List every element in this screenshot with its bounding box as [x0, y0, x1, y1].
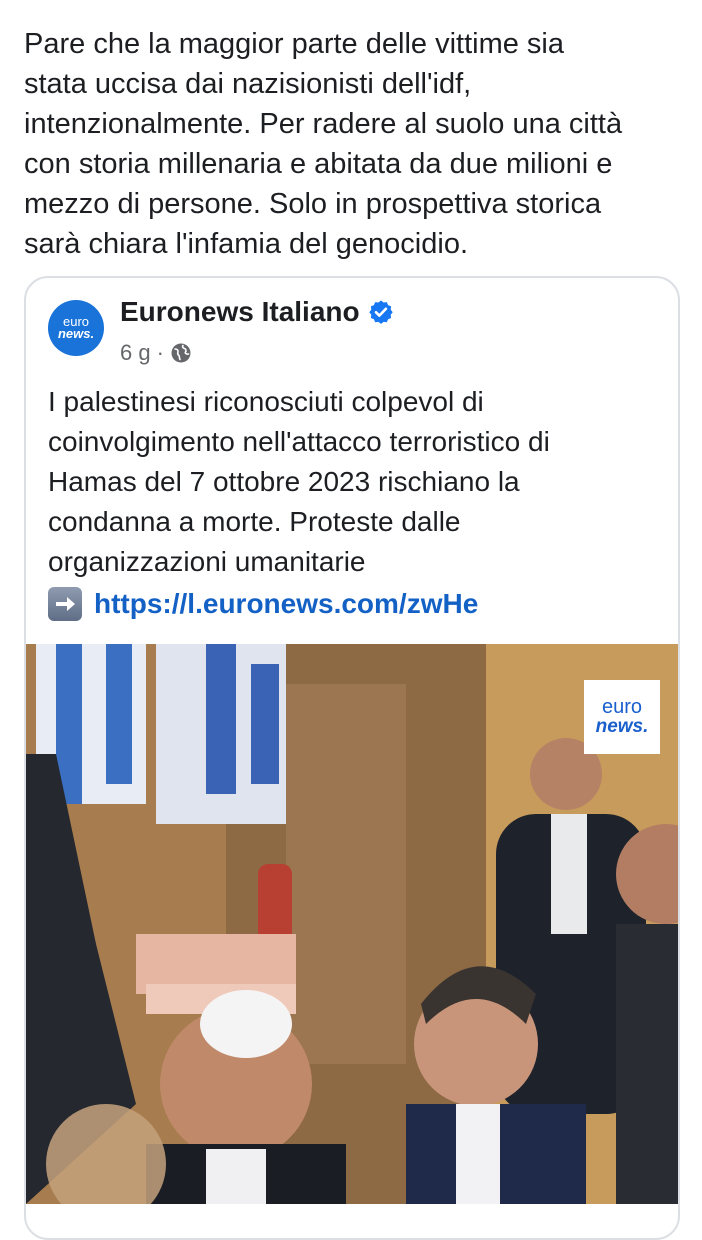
page-avatar[interactable]: euro news.	[48, 300, 104, 356]
page-name[interactable]: Euronews Italiano	[120, 296, 360, 328]
post-time[interactable]: 6 g	[120, 340, 151, 366]
shared-post-text: I palestinesi riconosciuti colpevol di c…	[48, 386, 550, 577]
verified-badge-icon	[368, 299, 394, 325]
article-photo[interactable]: euro news.	[26, 644, 678, 1204]
watermark-line-2: news.	[595, 716, 649, 737]
euronews-watermark: euro news.	[584, 680, 660, 754]
right-arrow-emoji-icon	[48, 587, 82, 621]
link-row: https://l.euronews.com/zwHe	[48, 584, 478, 624]
meta-separator: ·	[156, 340, 164, 365]
photo-scene	[26, 644, 678, 1204]
shared-post-card[interactable]: euro news. Euronews Italiano 6 g · I pal…	[24, 276, 680, 1240]
post-text: Pare che la maggior parte delle vittime …	[24, 28, 623, 260]
watermark-line-1: euro	[601, 696, 643, 718]
avatar-line-2: news.	[57, 326, 95, 341]
globe-icon	[170, 342, 192, 364]
article-link[interactable]: https://l.euronews.com/zwHe	[94, 584, 478, 624]
post-meta: 6 g ·	[120, 340, 192, 366]
page-name-row: Euronews Italiano	[120, 296, 394, 328]
